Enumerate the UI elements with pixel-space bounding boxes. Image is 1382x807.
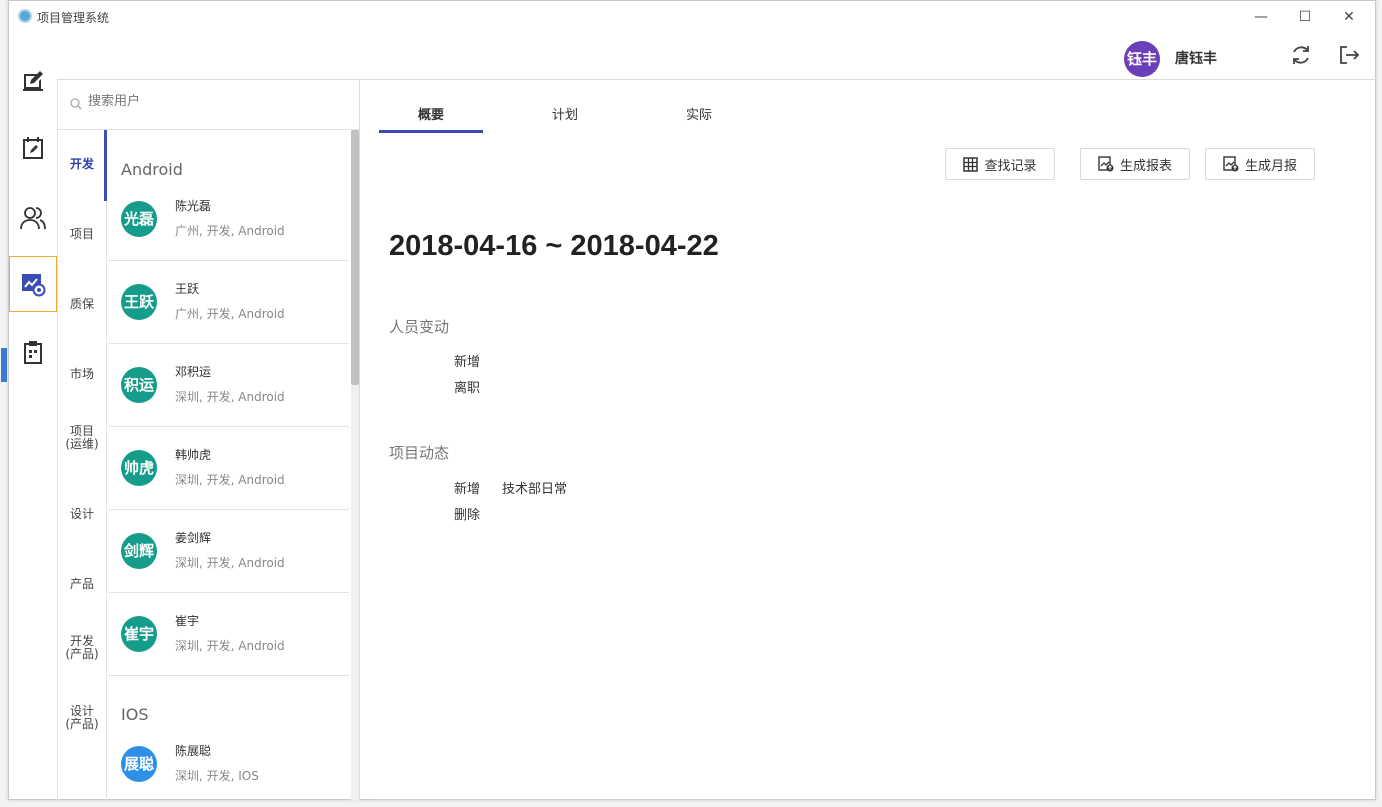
group-title: IOS [121,705,149,724]
user-list: Android 光磊 陈光磊 广州, 开发, Android 王跃 王跃 广州,… [107,130,359,801]
calendar-edit-icon [23,137,43,159]
search-input[interactable] [88,94,338,109]
department-item-project[interactable]: 项目 [58,228,106,241]
main-content: 概要 计划 实际 查找记录 生成报表 生成月报 2018-04-16 ~ 201… [360,80,1377,801]
current-user-name[interactable]: 唐钰丰 [1175,48,1217,68]
project-row-value: 技术部日常 [502,482,568,497]
nav-active-marker [1,348,7,382]
user-name: 陈展聪 [175,744,212,758]
edit-board-icon [23,71,43,91]
avatar: 帅虎 [121,450,157,486]
scrollbar-thumb[interactable] [351,130,359,385]
avatar: 展聪 [121,746,157,782]
generate-report-label: 生成报表 [1119,158,1172,174]
user-list-item[interactable]: 剑辉 姜剑辉 深圳, 开发, Android [109,510,349,593]
user-name: 邓积运 [175,365,212,379]
personnel-row-label: 新增 [454,355,481,370]
user-name: 韩帅虎 [175,448,212,462]
user-meta: 深圳, 开发, Android [175,556,285,570]
department-item-dev-product[interactable]: 开发 (产品) [58,635,106,661]
find-records-button[interactable]: 查找记录 [945,148,1055,180]
chart-settings-icon [22,274,46,297]
personnel-row-label: 离职 [454,381,481,396]
minimize-button[interactable]: — [1239,5,1283,29]
window-title: 项目管理系统 [37,11,110,25]
maximize-button[interactable]: ☐ [1283,5,1327,29]
user-search-bar [57,80,359,130]
project-row-label: 删除 [454,508,481,523]
user-list-item[interactable]: 崔宇 崔宇 深圳, 开发, Android [109,593,349,676]
user-list-scrollbar[interactable] [351,130,359,801]
report-upload-icon [1223,156,1239,172]
generate-monthly-button[interactable]: 生成月报 [1205,148,1315,180]
department-item-design[interactable]: 设计 [58,508,106,521]
nav-reports[interactable] [9,256,57,312]
app-window: 项目管理系统 — ☐ ✕ 钰丰 唐钰丰 开 [1,0,1377,801]
user-meta: 深圳, 开发, IOS [175,769,259,783]
logout-icon[interactable] [1337,43,1361,67]
user-list-item[interactable]: 展聪 陈展聪 深圳, 开发, IOS [109,723,349,801]
project-section-title: 项目动态 [389,444,450,462]
report-upload-icon [1098,156,1114,172]
user-list-item[interactable]: 积运 邓积运 深圳, 开发, Android [109,344,349,427]
date-range-title: 2018-04-16 ~ 2018-04-22 [389,230,719,262]
department-item-market[interactable]: 市场 [58,368,106,381]
avatar: 崔宇 [121,616,157,652]
department-item-design-product[interactable]: 设计 (产品) [58,705,106,731]
user-meta: 深圳, 开发, Android [175,390,285,404]
generate-report-button[interactable]: 生成报表 [1080,148,1190,180]
user-list-item[interactable]: 帅虎 韩帅虎 深圳, 开发, Android [109,427,349,510]
app-logo-icon [18,9,32,23]
tab-summary[interactable]: 概要 [379,104,483,123]
user-list-item[interactable]: 光磊 陈光磊 广州, 开发, Android [109,178,349,261]
nav-edit[interactable] [9,54,57,110]
user-name: 陈光磊 [175,199,212,213]
user-meta: 广州, 开发, Android [175,224,285,238]
department-list: 开发 项目 质保 市场 项目 (运维) 设计 产品 开发 (产品) 设计 (产品… [57,130,107,801]
table-icon [963,156,979,172]
main-nav [1,49,57,801]
user-name: 王跃 [175,282,200,296]
department-item-qa[interactable]: 质保 [58,298,106,311]
current-user-avatar[interactable]: 钰丰 [1124,41,1160,77]
department-item-project-ops[interactable]: 项目 (运维) [58,425,106,451]
group-title: Android [121,160,183,179]
generate-monthly-label: 生成月报 [1244,158,1297,174]
find-records-label: 查找记录 [984,158,1037,174]
user-list-item[interactable]: 王跃 王跃 广州, 开发, Android [109,261,349,344]
avatar: 积运 [121,367,157,403]
avatar: 王跃 [121,284,157,320]
user-meta: 深圳, 开发, Android [175,473,285,487]
user-name: 姜剑辉 [175,531,212,545]
tab-plan[interactable]: 计划 [513,104,617,123]
tab-active-underline [379,130,483,133]
department-item-dev[interactable]: 开发 [58,158,106,171]
top-header: 钰丰 唐钰丰 [57,33,1377,80]
user-meta: 深圳, 开发, Android [175,639,285,653]
nav-calendar[interactable] [9,120,57,176]
avatar: 剑辉 [121,533,157,569]
bottom-edge [370,799,1280,800]
title-bar: 项目管理系统 — ☐ ✕ [9,1,1375,33]
department-item-product[interactable]: 产品 [58,578,106,591]
tab-actual[interactable]: 实际 [647,104,751,123]
close-button[interactable]: ✕ [1327,5,1371,29]
project-row-label: 新增 [454,482,481,497]
search-icon [70,98,82,110]
personnel-section-title: 人员变动 [389,318,450,336]
user-name: 崔宇 [175,614,200,628]
user-meta: 广州, 开发, Android [175,307,285,321]
nav-users[interactable] [9,190,57,246]
nav-clipboard[interactable] [9,324,57,380]
avatar: 光磊 [121,201,157,237]
clipboard-icon [24,341,42,364]
users-icon [20,207,46,230]
refresh-icon[interactable] [1289,43,1313,67]
